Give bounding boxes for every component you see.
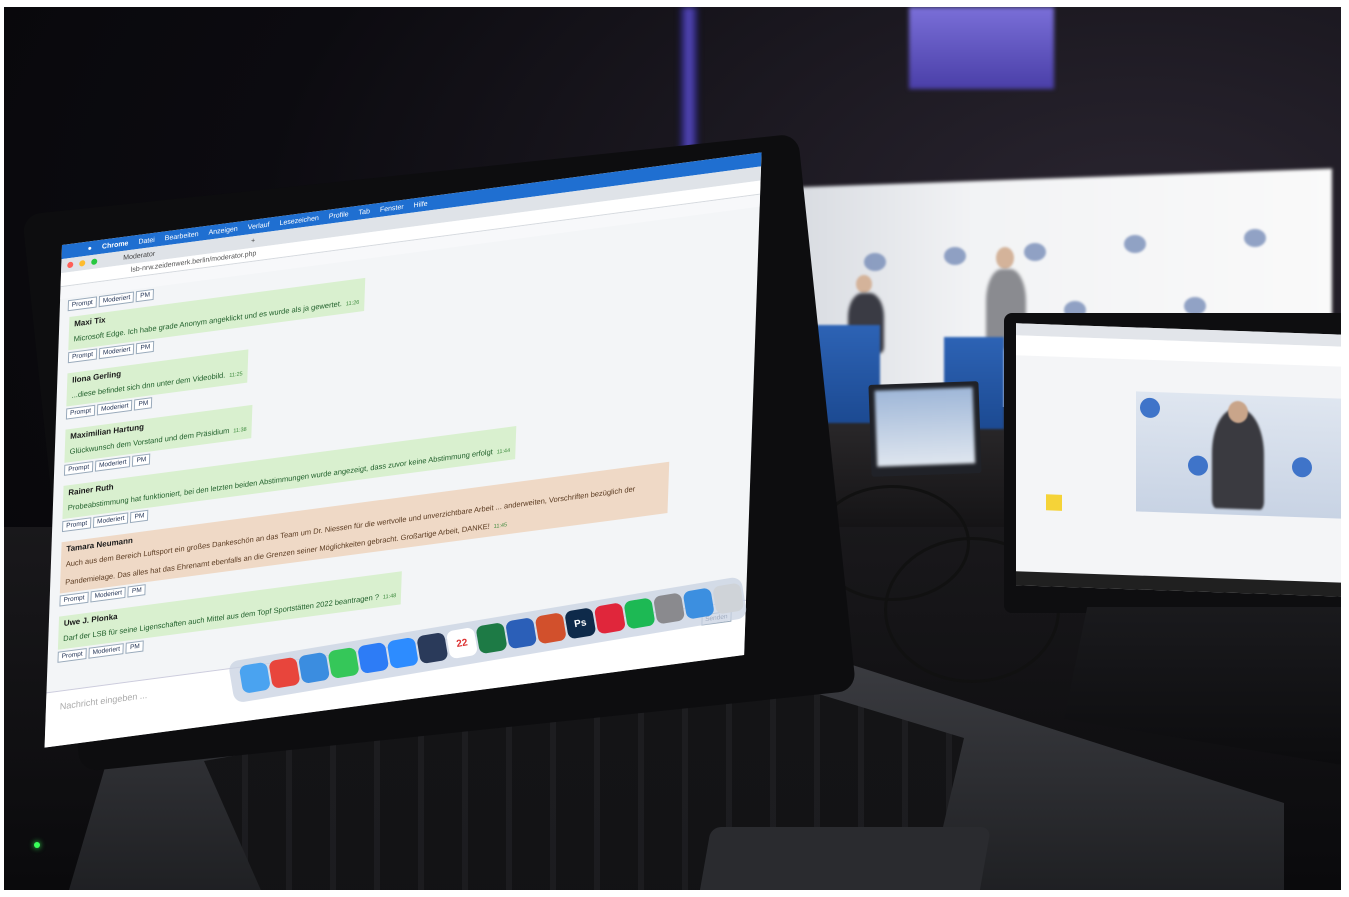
backdrop-logo-icon: [864, 253, 886, 271]
spotify-icon[interactable]: [623, 597, 656, 630]
right-laptop-screen: [1016, 323, 1341, 597]
pm-button[interactable]: PM: [127, 584, 146, 598]
livestream-video: [1136, 391, 1341, 519]
excel-icon[interactable]: [475, 622, 508, 655]
maximize-window-icon[interactable]: [91, 258, 98, 266]
powerpoint-icon[interactable]: [534, 612, 567, 645]
word-icon[interactable]: [505, 617, 538, 650]
moderiert-button[interactable]: Moderiert: [92, 512, 129, 529]
menu-profile[interactable]: Profile: [329, 211, 349, 221]
logo-icon: [1140, 397, 1160, 419]
menu-hilfe[interactable]: Hilfe: [413, 200, 427, 209]
power-led: [34, 842, 40, 848]
prompt-button[interactable]: Prompt: [61, 517, 92, 533]
backdrop-logo-icon: [1124, 235, 1146, 253]
prompt-button[interactable]: Prompt: [63, 460, 94, 476]
minimize-window-icon[interactable]: [79, 259, 86, 267]
prompt-button[interactable]: Prompt: [57, 647, 87, 663]
message-input[interactable]: Nachricht eingeben ...: [60, 690, 148, 712]
filter-pm-button[interactable]: PM: [136, 288, 155, 303]
prompt-button[interactable]: Prompt: [59, 591, 89, 607]
logo-icon: [1292, 456, 1312, 478]
prompt-button[interactable]: Prompt: [65, 404, 96, 420]
backdrop-logo-icon: [1024, 243, 1046, 261]
menu-chrome[interactable]: Chrome: [102, 240, 129, 251]
calendar-icon[interactable]: 22: [445, 626, 479, 660]
pm-button[interactable]: PM: [130, 509, 149, 524]
pm-button[interactable]: PM: [125, 640, 144, 654]
left-laptop-trackpad: [696, 827, 992, 890]
trash-icon[interactable]: [712, 582, 745, 615]
moderiert-button[interactable]: Moderiert: [98, 343, 135, 360]
stage-purple-light: [909, 7, 1054, 89]
sticky-note-icon: [1046, 494, 1062, 511]
message-time: 11:26: [345, 299, 360, 308]
app-store-icon[interactable]: [357, 641, 390, 675]
chrome-icon[interactable]: [268, 656, 301, 689]
moderiert-button[interactable]: Moderiert: [90, 586, 127, 603]
tab-moderator[interactable]: Moderator: [123, 250, 155, 261]
presenter-head: [1228, 400, 1248, 424]
messages-icon[interactable]: [327, 646, 360, 680]
backdrop-logo-icon: [1244, 229, 1266, 247]
moderiert-button[interactable]: Moderiert: [94, 456, 131, 472]
settings-icon[interactable]: [652, 592, 686, 625]
pm-button[interactable]: PM: [132, 453, 151, 467]
screenshot-icon[interactable]: [682, 587, 715, 620]
message-time: 11:44: [496, 447, 511, 456]
new-tab-icon[interactable]: +: [251, 237, 255, 245]
event-photo: ● Chrome Datei Bearbeiten Anzeigen Verla…: [4, 7, 1341, 890]
logo-icon: [1188, 455, 1208, 476]
menu-datei[interactable]: Datei: [138, 236, 155, 245]
moderiert-button[interactable]: Moderiert: [96, 399, 133, 416]
photoshop-icon[interactable]: Ps: [564, 607, 597, 640]
menu-tab[interactable]: Tab: [358, 208, 370, 217]
pm-button[interactable]: PM: [136, 340, 155, 355]
menu-bearbeiten[interactable]: Bearbeiten: [165, 230, 199, 242]
prompt-button[interactable]: Prompt: [67, 348, 98, 364]
backdrop-logo-icon: [944, 247, 966, 265]
safari-icon[interactable]: [297, 651, 331, 684]
close-window-icon[interactable]: [67, 261, 74, 269]
menu-fenster[interactable]: Fenster: [380, 203, 404, 213]
presenter: [1212, 408, 1264, 510]
davinci-icon[interactable]: [416, 631, 449, 665]
pm-button[interactable]: PM: [134, 397, 153, 411]
message-time: 11:45: [493, 522, 508, 531]
message-time: 11:25: [229, 371, 243, 379]
apple-icon[interactable]: ●: [88, 245, 92, 253]
speaker-head: [856, 275, 872, 293]
zoom-icon[interactable]: [386, 636, 419, 670]
speaker-head: [996, 247, 1014, 269]
finder-icon[interactable]: [238, 661, 271, 694]
moderiert-button[interactable]: Moderiert: [88, 643, 125, 659]
menu-verlauf[interactable]: Verlauf: [248, 221, 270, 231]
stage-confidence-monitor: [868, 381, 982, 477]
castr-icon[interactable]: [593, 602, 627, 635]
menu-anzeigen[interactable]: Anzeigen: [208, 225, 237, 236]
message-time: 11:38: [233, 426, 247, 435]
